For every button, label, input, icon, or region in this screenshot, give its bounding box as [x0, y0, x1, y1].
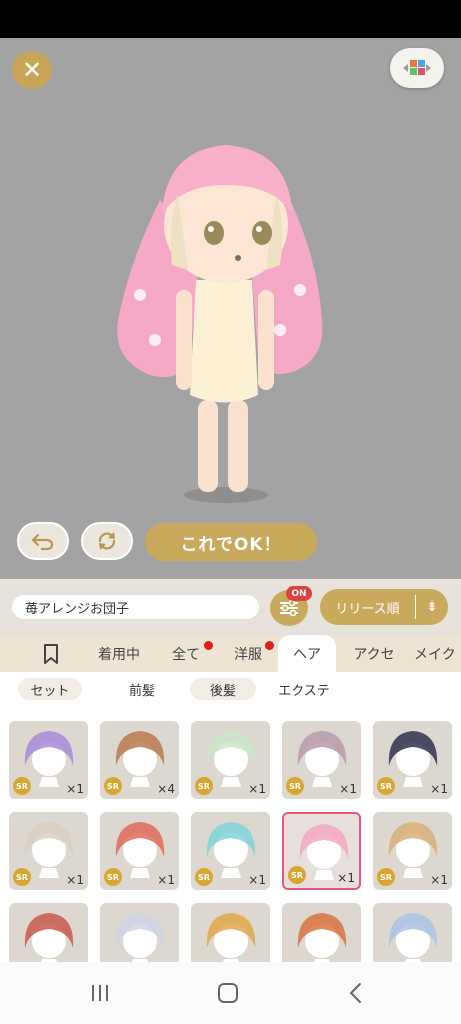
rarity-badge: SR [377, 868, 395, 886]
tab-all-notification-dot [204, 641, 213, 650]
rarity-badge: SR [195, 777, 213, 795]
sort-order-icon[interactable]: ⇟ [416, 599, 448, 615]
outfit-name-field[interactable]: 苺アレンジお団子 [12, 595, 259, 619]
item-quantity: ×1 [66, 782, 84, 796]
item-quantity: ×1 [337, 871, 355, 885]
rarity-badge: SR [288, 866, 306, 884]
close-button[interactable]: ✕ [12, 51, 52, 89]
avatar-preview [0, 38, 461, 579]
hair-item-card[interactable]: SR ×1 [9, 721, 88, 799]
status-bar [0, 0, 461, 38]
hair-item-card[interactable]: SR ×1 [373, 721, 452, 799]
rarity-badge: SR [13, 868, 31, 886]
hairstyle-thumbnail [297, 913, 347, 962]
item-quantity: ×1 [430, 782, 448, 796]
rarity-badge: SR [377, 777, 395, 795]
color-palette-icon [403, 60, 431, 75]
undo-button[interactable] [17, 522, 69, 560]
home-icon [218, 983, 238, 1003]
close-icon: ✕ [21, 56, 43, 84]
item-quantity: ×1 [248, 782, 266, 796]
item-quantity: ×1 [248, 873, 266, 887]
hairstyle-thumbnail [115, 913, 165, 962]
hair-item-card[interactable]: SR ×1 [191, 812, 270, 890]
system-nav-bar [0, 962, 461, 1024]
sort-button[interactable]: リリース順 ⇟ [320, 589, 448, 625]
tab-bookmark[interactable] [26, 635, 76, 672]
hair-item-card[interactable]: SR ×4 [100, 721, 179, 799]
hair-item-card[interactable]: SR ×1 [191, 721, 270, 799]
item-quantity: ×1 [157, 873, 175, 887]
hairstyle-thumbnail [24, 913, 74, 962]
item-quantity: ×4 [157, 782, 175, 796]
avatar-character [117, 145, 323, 503]
sliders-icon [280, 599, 298, 617]
hair-item-card-selected[interactable]: SR ×1 [282, 812, 361, 890]
item-quantity: ×1 [430, 873, 448, 887]
hairstyle-thumbnail [388, 913, 438, 962]
undo-icon [31, 533, 54, 551]
hair-subtabs: セット 前髪 後髪 エクステ [0, 672, 461, 707]
sort-label: リリース順 [335, 601, 400, 617]
rotate-icon [98, 532, 116, 550]
tab-accessories[interactable]: アクセ [343, 635, 405, 672]
home-button[interactable] [208, 980, 248, 1006]
tab-clothes-notification-dot [265, 641, 274, 650]
hair-item-card[interactable]: SR ×1 [9, 812, 88, 890]
tab-makeup[interactable]: メイク [414, 635, 461, 672]
item-quantity: ×1 [339, 782, 357, 796]
tab-wearing[interactable]: 着用中 [88, 635, 150, 672]
hair-item-card[interactable] [191, 903, 270, 962]
rarity-badge: SR [104, 868, 122, 886]
hair-item-card[interactable] [282, 903, 361, 962]
tab-all[interactable]: 全て [160, 635, 213, 672]
hairstyle-thumbnail [206, 913, 256, 962]
rarity-badge: SR [195, 868, 213, 886]
hair-item-card[interactable] [9, 903, 88, 962]
bookmark-icon [44, 643, 58, 664]
rarity-badge: SR [286, 777, 304, 795]
hair-item-card[interactable] [100, 903, 179, 962]
color-palette-button[interactable] [390, 48, 444, 88]
tab-clothes-label: 洋服 [234, 646, 262, 663]
hair-item-card[interactable]: SR ×1 [100, 812, 179, 890]
back-button[interactable] [336, 980, 376, 1006]
back-icon [349, 983, 361, 1003]
tab-hair[interactable]: ヘア [278, 635, 336, 672]
item-quantity: ×1 [66, 873, 84, 887]
filter-on-badge: ON [286, 586, 312, 601]
reset-button[interactable] [81, 522, 133, 560]
subtab-set[interactable]: セット [18, 678, 82, 700]
recent-apps-icon [92, 985, 108, 1001]
hair-item-card[interactable]: SR ×1 [373, 812, 452, 890]
category-tabs: 着用中 全て 洋服 ヘア アクセ メイク [0, 635, 461, 672]
subtab-back-hair[interactable]: 後髪 [190, 678, 256, 700]
hair-item-card[interactable]: SR ×1 [282, 721, 361, 799]
confirm-ok-button[interactable]: これでOK！ [145, 523, 317, 561]
recent-apps-button[interactable] [80, 980, 120, 1006]
tab-clothes[interactable]: 洋服 [222, 635, 274, 672]
subtab-extensions[interactable]: エクステ [265, 678, 343, 700]
rarity-badge: SR [13, 777, 31, 795]
hair-item-card[interactable] [373, 903, 452, 962]
subtab-bangs[interactable]: 前髪 [110, 678, 174, 700]
item-grid: SR ×1 SR ×4 SR ×1 SR ×1 SR ×1 SR ×1 SR ×1 SR ×1 SR ×1 SR ×1 [0, 707, 461, 962]
tab-all-label: 全て [172, 646, 200, 663]
rarity-badge: SR [104, 777, 122, 795]
